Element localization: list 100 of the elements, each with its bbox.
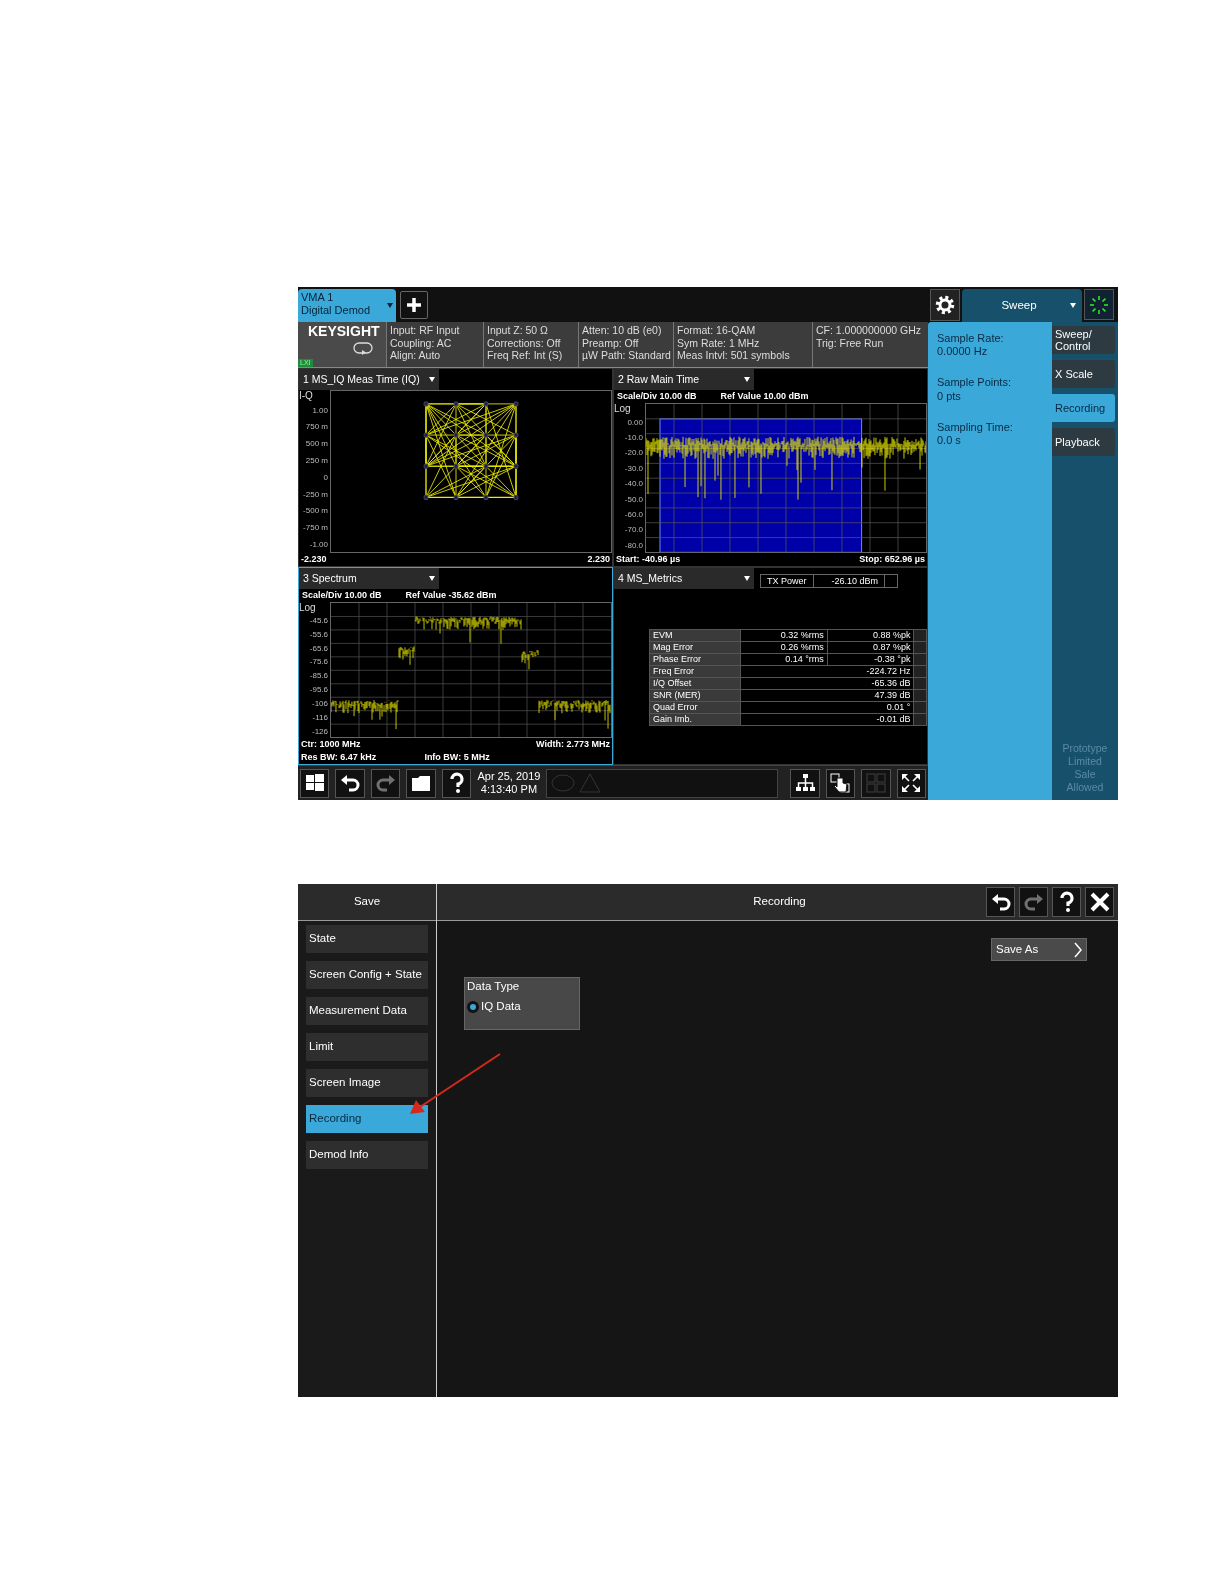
info-text: Input: RF Input <box>390 324 461 337</box>
axis-tick: -126 <box>312 726 328 737</box>
return-icon <box>353 342 373 356</box>
mode-name: Digital Demod <box>301 303 371 317</box>
help-button[interactable] <box>441 768 472 798</box>
time-text: 4:13:40 PM <box>479 783 539 796</box>
softkey[interactable]: Sweep/ Control <box>1052 326 1115 354</box>
touch-button[interactable] <box>825 768 856 798</box>
menu-item[interactable]: Screen Config + State <box>306 961 428 989</box>
axis-tick: -70.0 <box>624 525 643 535</box>
menu-item[interactable]: State <box>306 925 428 953</box>
windows-button[interactable] <box>300 768 330 798</box>
save-as-button[interactable]: Save As <box>991 938 1087 961</box>
metric-value: -0.38 °pk <box>827 653 914 666</box>
axis-tick: -750 m <box>303 523 328 533</box>
caret-icon <box>1070 303 1076 308</box>
axis-tick: 1.00 <box>312 405 328 416</box>
window-title-dropdown[interactable]: 4 MS_Metrics <box>614 568 754 589</box>
menu-item[interactable]: Measurement Data <box>306 997 428 1025</box>
axis-tick: -85.6 <box>309 671 328 681</box>
metric-value: -224.72 Hz <box>740 665 914 678</box>
softkey[interactable]: X Scale <box>1052 360 1115 388</box>
measurement-window[interactable]: 2 Raw Main Time Scale/Div 10.00 dB Ref Value 10.00 dBm Log 0.00 -10.0 -20.0 -30.0 -40.0 -50.0 -60.0 -70.0 -80.0 Start: -40.96 µs Stop: 652.96 µs <box>613 368 928 567</box>
window-title: 3 Spectrum <box>303 572 357 585</box>
settings-button[interactable] <box>930 289 960 321</box>
expand-icon <box>900 772 923 794</box>
info-text: Align: Auto <box>390 349 442 362</box>
axis-tick: 500 m <box>305 439 328 449</box>
field-label: Sample Points: <box>937 376 1012 390</box>
triangle-icon <box>579 773 602 793</box>
network-button[interactable] <box>790 768 820 798</box>
metric-value: 0.87 %pk <box>827 641 914 654</box>
menu-item[interactable]: Demod Info <box>306 1141 428 1169</box>
redo-icon <box>374 772 397 794</box>
redo-icon <box>1022 891 1045 913</box>
mode-name: VMA 1 <box>301 291 335 304</box>
chevron-right-icon <box>1074 941 1082 958</box>
field-label: Sampling Time: <box>937 420 1014 434</box>
metric-label: TX Power <box>766 575 808 587</box>
axis-stop-label: Stop: 652.96 µs <box>859 554 925 565</box>
measurement-window[interactable]: 1 MS_IQ Meas Time (IQ) I-Q 1.00 750 m 500 m 250 m 0 -250 m -500 m -750 m -1.00 -2.230 2.230 <box>298 368 613 567</box>
field-value: 0.0 s <box>937 433 962 448</box>
sweep-dropdown[interactable]: Sweep <box>962 289 1082 322</box>
group-title: Data Type <box>467 980 521 994</box>
touch-icon <box>829 772 852 794</box>
softkey[interactable]: Playback <box>1052 428 1115 456</box>
info-text: Atten: 10 dB (e0) <box>582 324 663 337</box>
windows-icon <box>303 772 326 794</box>
metric-value: 0.88 %pk <box>827 629 914 642</box>
brand-logo-text: KEYSIGHT <box>307 322 381 338</box>
axis-tick: -75.6 <box>309 657 328 668</box>
menu-item[interactable]: Limit <box>306 1033 428 1061</box>
menu-item[interactable]: Recording <box>306 1105 428 1133</box>
measurement-window[interactable]: 3 Spectrum Scale/Div 10.00 dB Ref Value -35.62 dBm Log -45.6 -55.6 -65.6 -75.6 -85.6 -95.6 -106 -116 -126 Ctr: 1000 MHz Width: 2.773 MHz Res BW: 6.47 kHz Info BW: 5 MHz <box>298 567 613 765</box>
menu-title: Save <box>353 895 381 909</box>
info-text: Sym Rate: 1 MHz <box>677 336 761 350</box>
folder-button[interactable] <box>406 768 436 798</box>
info-text: Freq Ref: Int (S) <box>487 349 564 362</box>
window-title-dropdown[interactable]: 3 Spectrum <box>299 568 439 589</box>
field-value: 0 pts <box>937 389 962 403</box>
info-text: Trig: Free Run <box>816 336 885 350</box>
window-title-dropdown[interactable]: 2 Raw Main Time <box>614 369 754 390</box>
metric-value: 0.14 °rms <box>740 653 828 666</box>
window-title-dropdown[interactable]: 1 MS_IQ Meas Time (IQ) <box>299 369 439 390</box>
help-button[interactable] <box>1052 887 1081 917</box>
add-button[interactable] <box>400 291 428 319</box>
mode-tab[interactable]: VMA 1 Digital Demod <box>298 289 396 322</box>
softkey[interactable]: Recording <box>1052 394 1115 422</box>
measurement-window[interactable] <box>613 567 928 765</box>
caret-icon <box>387 303 393 308</box>
axis-tick: 0.00 <box>627 417 643 428</box>
axis-tick: -500 m <box>303 506 328 516</box>
axis-tick: -10.0 <box>624 433 643 443</box>
field-label: Sample Rate: <box>937 332 1005 346</box>
metric-value: 0.01 ° <box>740 701 914 714</box>
radio-option[interactable]: IQ Data <box>467 999 521 1014</box>
info-text: Format: 16-QAM <box>677 324 757 337</box>
close-button[interactable] <box>1085 887 1114 917</box>
network-icon <box>793 772 816 794</box>
reference-label: Ref Value -35.62 dBm <box>405 590 497 601</box>
axis-tick: -95.6 <box>309 685 328 695</box>
date-text: Apr 25, 2019 <box>477 770 541 783</box>
axis-start-label: Start: -40.96 µs <box>616 554 681 565</box>
undo-button[interactable] <box>335 768 365 798</box>
expand-button[interactable] <box>896 768 927 798</box>
axis-stop-label: Width: 2.773 MHz <box>536 739 610 751</box>
axis-tick: 750 m <box>305 422 328 432</box>
menu-item[interactable]: Screen Image <box>306 1069 428 1097</box>
dialog-title: Recording <box>752 895 807 909</box>
axis-label: I-Q <box>299 390 314 402</box>
undo-button[interactable] <box>986 887 1015 917</box>
axis-tick: -20.0 <box>624 448 643 459</box>
bandwidth-label: Info BW: 5 MHz <box>424 752 490 763</box>
window-title: 4 MS_Metrics <box>618 572 683 585</box>
reference-label: Ref Value 10.00 dBm <box>720 391 809 402</box>
scale-label: Scale/Div 10.00 dB <box>617 391 697 402</box>
info-text: Input Z: 50 Ω <box>487 324 549 337</box>
caret-icon <box>744 576 750 581</box>
axis-tick: -60.0 <box>624 509 643 520</box>
axis-start-label: -2.230 <box>301 554 327 565</box>
